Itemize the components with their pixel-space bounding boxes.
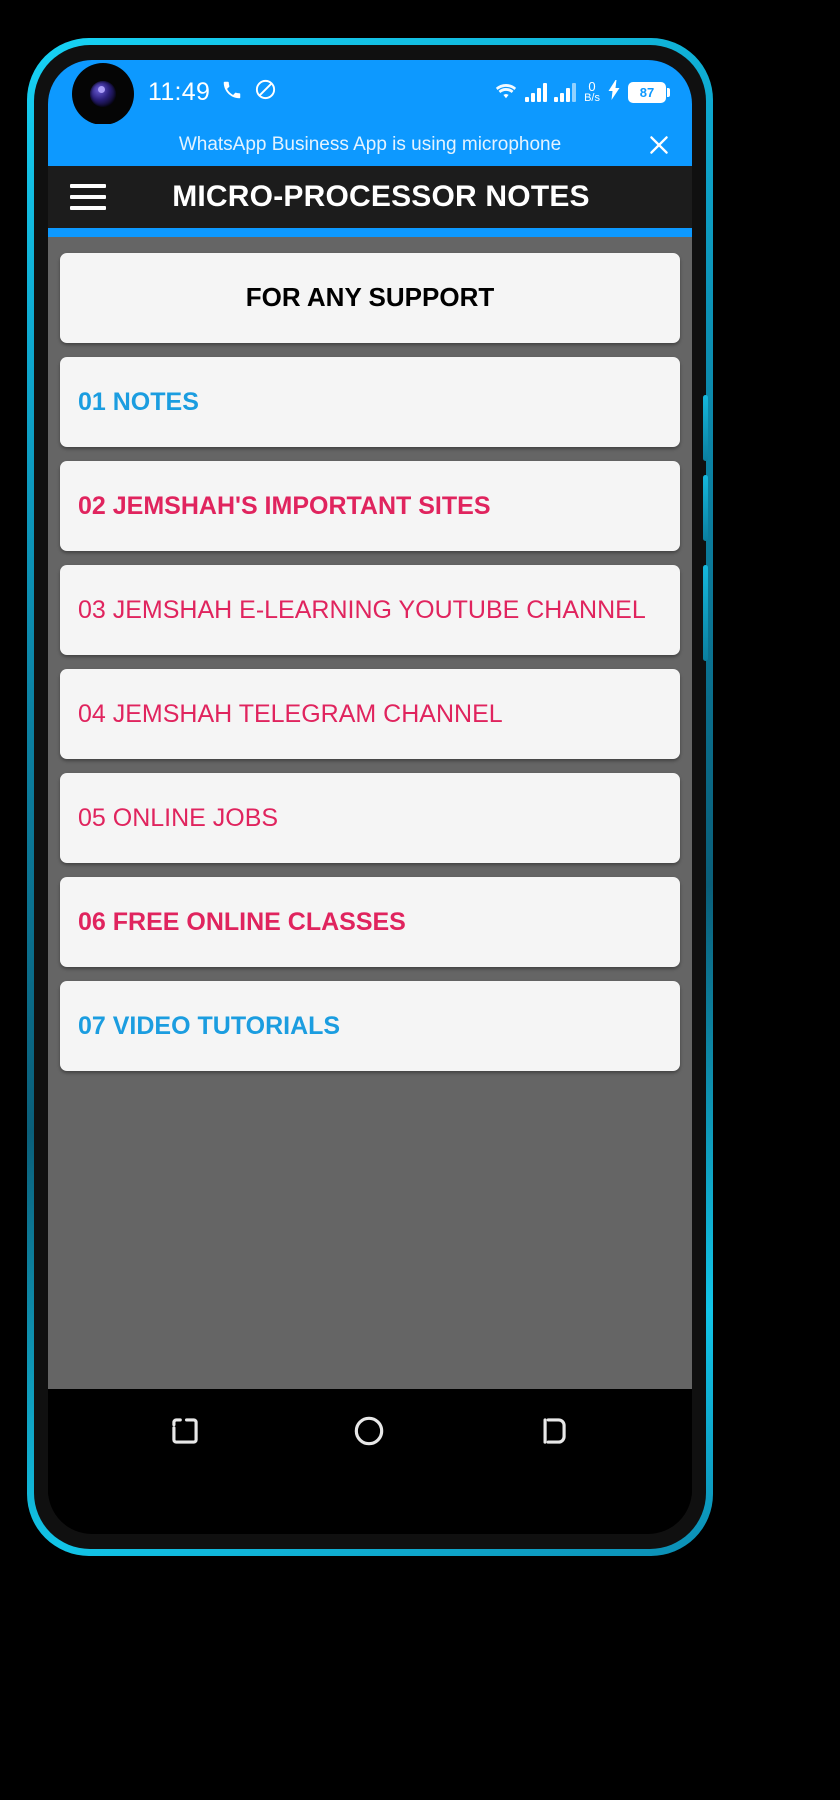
android-navigation-bar bbox=[48, 1389, 692, 1475]
data-rate-unit: B/s bbox=[584, 92, 600, 104]
list-item-label: 03 JEMSHAH E-LEARNING YOUTUBE CHANNEL bbox=[78, 595, 646, 624]
accent-strip bbox=[48, 228, 692, 237]
list-item-label: 01 NOTES bbox=[78, 387, 199, 416]
menu-list: FOR ANY SUPPORT 01 NOTES 02 JEMSHAH'S IM… bbox=[48, 237, 692, 1389]
list-item-01-notes[interactable]: 01 NOTES bbox=[60, 357, 680, 447]
volume-up-button[interactable] bbox=[703, 395, 708, 461]
signal-bars-sim1-icon bbox=[525, 82, 548, 102]
list-item-label: 06 FREE ONLINE CLASSES bbox=[78, 907, 406, 936]
volume-down-button[interactable] bbox=[703, 475, 708, 541]
battery-percent: 87 bbox=[628, 81, 666, 103]
app-bar: MICRO-PROCESSOR NOTES bbox=[48, 166, 692, 228]
wifi-icon bbox=[494, 80, 518, 105]
status-bar-left: 11:49 bbox=[148, 78, 277, 107]
power-button[interactable] bbox=[703, 565, 708, 661]
back-icon[interactable] bbox=[534, 1412, 574, 1452]
charging-bolt-icon bbox=[608, 79, 621, 105]
navigation-bar-host bbox=[48, 1389, 692, 1475]
list-item-label: 05 ONLINE JOBS bbox=[78, 803, 279, 832]
status-clock: 11:49 bbox=[148, 77, 211, 106]
status-bar: 11:49 0 B/s 87 bbox=[48, 60, 692, 125]
phone-call-icon bbox=[221, 79, 243, 106]
list-item-03-youtube-channel[interactable]: 03 JEMSHAH E-LEARNING YOUTUBE CHANNEL bbox=[60, 565, 680, 655]
notification-message: WhatsApp Business App is using microphon… bbox=[178, 134, 562, 155]
page-title: MICRO-PROCESSOR NOTES bbox=[172, 180, 590, 213]
phone-frame: 11:49 0 B/s 87 WhatsApp Business App is … bbox=[27, 38, 713, 1556]
list-item-02-important-sites[interactable]: 02 JEMSHAH'S IMPORTANT SITES bbox=[60, 461, 680, 551]
hamburger-menu-icon[interactable] bbox=[70, 184, 106, 210]
microphone-notification-bar: WhatsApp Business App is using microphon… bbox=[48, 124, 692, 166]
status-bar-right: 0 B/s 87 bbox=[494, 79, 670, 105]
list-item-label: 04 JEMSHAH TELEGRAM CHANNEL bbox=[78, 699, 503, 728]
list-item-support[interactable]: FOR ANY SUPPORT bbox=[60, 253, 680, 343]
front-camera-punch-hole bbox=[72, 63, 134, 125]
list-item-07-video-tutorials[interactable]: 07 VIDEO TUTORIALS bbox=[60, 981, 680, 1071]
list-item-05-online-jobs[interactable]: 05 ONLINE JOBS bbox=[60, 773, 680, 863]
list-item-04-telegram-channel[interactable]: 04 JEMSHAH TELEGRAM CHANNEL bbox=[60, 669, 680, 759]
list-item-label: 07 VIDEO TUTORIALS bbox=[78, 1011, 341, 1040]
list-item-06-free-online-classes[interactable]: 06 FREE ONLINE CLASSES bbox=[60, 877, 680, 967]
list-item-label: FOR ANY SUPPORT bbox=[245, 282, 495, 313]
list-item-label: 02 JEMSHAH'S IMPORTANT SITES bbox=[78, 491, 491, 520]
home-circle-icon[interactable] bbox=[350, 1412, 390, 1452]
data-rate-indicator: 0 B/s bbox=[584, 80, 600, 104]
phone-bezel: 11:49 0 B/s 87 WhatsApp Business App is … bbox=[34, 45, 708, 1549]
close-icon[interactable] bbox=[646, 132, 672, 158]
signal-bars-sim2-icon bbox=[554, 82, 577, 102]
recents-icon[interactable] bbox=[166, 1412, 206, 1452]
phone-screen: 11:49 0 B/s 87 WhatsApp Business App is … bbox=[48, 60, 692, 1534]
do-not-disturb-icon bbox=[254, 78, 277, 106]
battery-indicator: 87 bbox=[628, 81, 670, 103]
screen-chin bbox=[48, 1475, 692, 1497]
